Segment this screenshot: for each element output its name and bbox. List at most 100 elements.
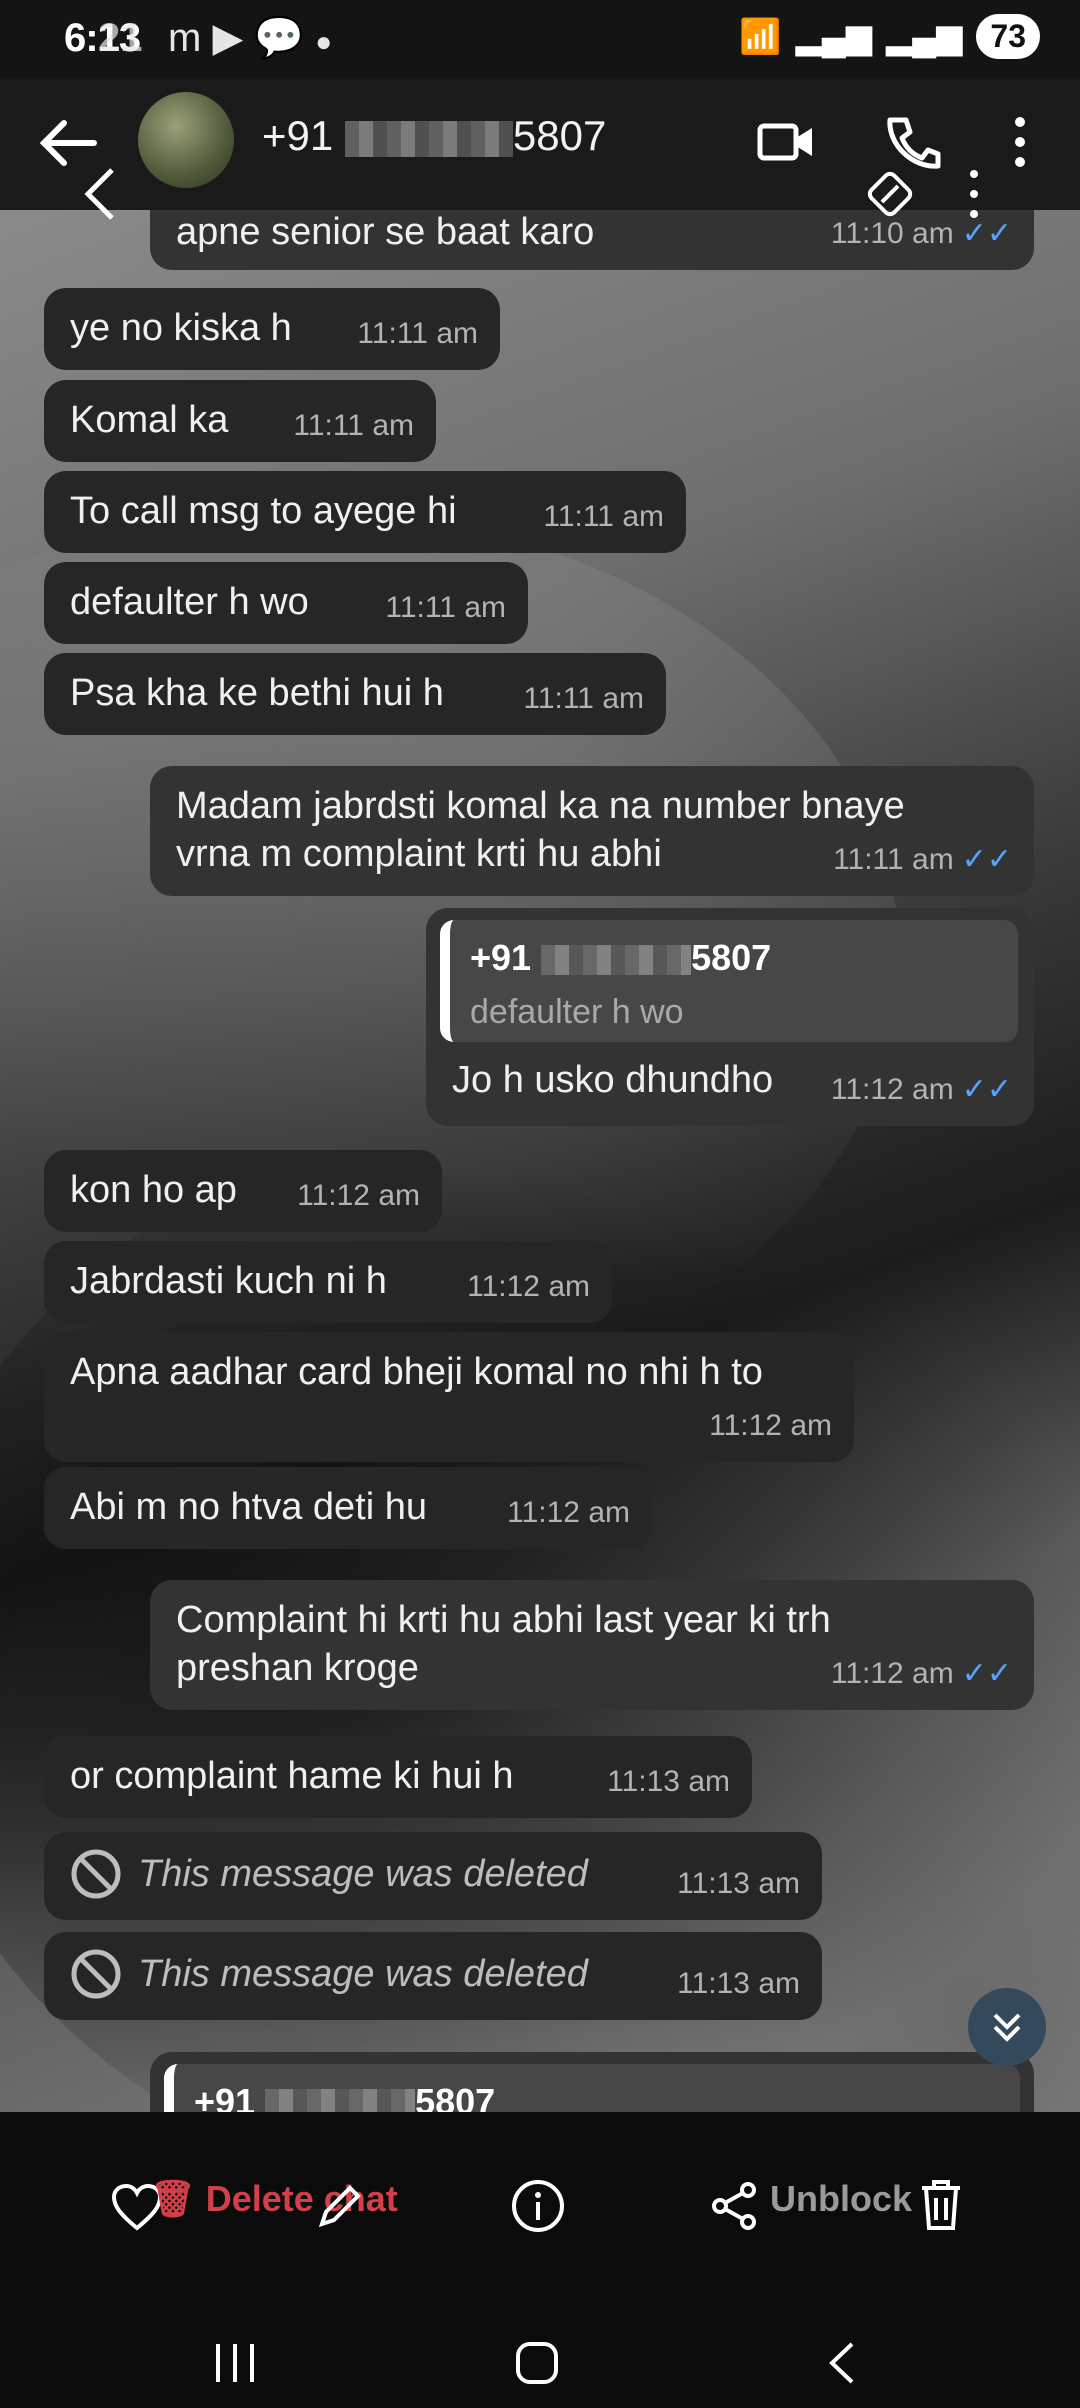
unblock-button[interactable]: Unblock: [770, 2178, 912, 2220]
message-text-line1: Complaint hi krti hu abhi last year ki t…: [176, 1599, 831, 1641]
message-bubble-deleted[interactable]: This message was deleted 11:13 am: [44, 1832, 822, 1920]
signal-icon: ▂▄▆: [795, 17, 873, 56]
contact-number[interactable]: +91 5807: [262, 112, 606, 160]
message-time: 11:12 am: [297, 1179, 420, 1212]
rotate-icon[interactable]: [862, 166, 918, 222]
message-text: Apna aadhar card bheji komal no nhi h to: [70, 1351, 763, 1393]
recent-apps-icon[interactable]: [212, 2342, 258, 2384]
battery-badge: 73: [976, 14, 1040, 59]
message-time: 11:12 am: [467, 1270, 590, 1303]
pencil-icon[interactable]: [314, 2180, 366, 2232]
delete-icon[interactable]: [916, 2176, 966, 2234]
status-right: 📶 ▂▄▆ ▂▄▆ 73: [739, 14, 1040, 59]
message-bubble-incoming[interactable]: or complaint hame ki hui h 11:13 am: [44, 1736, 752, 1818]
message-bubble-incoming[interactable]: Jabrdasti kuch ni h 11:12 am: [44, 1241, 612, 1323]
message-bubble-incoming[interactable]: Abi m no htva deti hu 11:12 am: [44, 1467, 652, 1549]
message-time: 11:12 am: [507, 1496, 630, 1529]
nav-back-icon[interactable]: [826, 2340, 856, 2386]
message-bubble-incoming[interactable]: ye no kiska h 11:11 am: [44, 288, 500, 370]
dot-icon: ●: [315, 26, 333, 57]
signal-icon-2: ▂▄▆: [886, 17, 963, 56]
message-time: 11:11 am: [293, 409, 414, 442]
contact-prefix: +91: [262, 112, 334, 159]
message-text: This message was deleted: [138, 1953, 588, 1995]
quoted-sender: +91 5807: [470, 934, 998, 982]
quoted-message[interactable]: +91 5807: [164, 2064, 1020, 2112]
read-ticks-icon: ✓✓: [961, 843, 1012, 876]
info-icon[interactable]: [510, 2178, 566, 2234]
chat-header: +91 5807: [0, 78, 1080, 210]
message-bubble-outgoing[interactable]: Madam jabrdsti komal ka na number bnaye …: [150, 766, 1034, 896]
double-chevron-down-icon: [993, 2013, 1021, 2042]
quoted-sender-prefix: +91: [194, 2081, 256, 2112]
message-bubble-deleted[interactable]: This message was deleted 11:13 am: [44, 1932, 822, 2020]
message-bubble-incoming[interactable]: Psa kha ke bethi hui h 11:11 am: [44, 653, 666, 735]
message-time: 11:12 am: [709, 1409, 832, 1442]
read-ticks-icon: ✓✓: [961, 1657, 1012, 1690]
message-time: 11:13 am: [607, 1765, 730, 1798]
message-text-line1: Madam jabrdsti komal ka na number bnaye: [176, 785, 905, 827]
quoted-text: defaulter h wo: [470, 993, 684, 1031]
message-text: Komal ka: [70, 399, 229, 441]
message-time: 11:11 am: [523, 682, 644, 715]
message-bubble-outgoing-reply[interactable]: +91 5807: [150, 2052, 1034, 2112]
gmail-icon: m: [168, 16, 202, 60]
delete-chat-label: Delete chat: [205, 2178, 398, 2219]
message-bubble-incoming[interactable]: Apna aadhar card bheji komal no nhi h to…: [44, 1332, 854, 1462]
time-label: 11:12 am: [830, 1073, 954, 1106]
message-text: Psa kha ke bethi hui h: [70, 672, 444, 714]
message-time: 11:10 am ✓✓: [831, 210, 1012, 258]
blocked-icon: [71, 1849, 121, 1899]
message-text: Abi m no htva deti hu: [70, 1486, 427, 1528]
quoted-sender-suffix: 5807: [691, 937, 772, 978]
redacted-number: [344, 120, 513, 157]
quoted-message[interactable]: +91 5807 defaulter h wo: [440, 920, 1018, 1042]
message-text: This message was deleted: [138, 1853, 588, 1895]
message-text: Jabrdasti kuch ni h: [70, 1260, 387, 1302]
read-ticks-icon: ✓✓: [961, 1073, 1012, 1106]
blocked-icon: [71, 1949, 121, 1999]
status-bar: 6:13 21 m ▶ 💬 ● 📶 ▂▄▆ ▂▄▆ 73: [0, 0, 1080, 78]
time-label: 11:12 am: [830, 1657, 954, 1690]
more-options-icon[interactable]: [1000, 112, 1040, 172]
overlay-time-fragment: 21: [98, 16, 143, 60]
message-text: ye no kiska h: [70, 307, 292, 349]
message-time: 11:11 am ✓✓: [833, 836, 1012, 884]
message-text: kon ho ap: [70, 1169, 237, 1211]
wifi-icon: 📶: [739, 17, 782, 56]
message-bubble-incoming[interactable]: kon ho ap 11:12 am: [44, 1150, 442, 1232]
overlay-more-icon[interactable]: [964, 166, 984, 222]
contact-suffix: 5807: [512, 112, 607, 159]
message-bubble-outgoing[interactable]: Complaint hi krti hu abhi last year ki t…: [150, 1580, 1034, 1710]
message-text: defaulter h wo: [70, 581, 309, 623]
system-navigation-bar: [0, 2312, 1080, 2408]
video-call-icon[interactable]: [756, 112, 816, 172]
scroll-down-button[interactable]: [968, 1988, 1046, 2066]
message-time: 11:11 am: [357, 317, 478, 350]
youtube-icon: ▶: [212, 16, 244, 60]
avatar[interactable]: [138, 92, 234, 188]
bottom-action-bar: 🗑 Delete chat Unblock: [0, 2112, 1080, 2312]
redacted-number: [541, 945, 692, 976]
message-time: 11:11 am: [385, 591, 506, 624]
message-time: 11:11 am: [543, 500, 664, 533]
redacted-number: [265, 2089, 416, 2112]
overlay-back-icon[interactable]: [82, 166, 118, 222]
message-bubble-incoming[interactable]: To call msg to ayege hi 11:11 am: [44, 471, 686, 553]
message-time: 11:13 am: [677, 1867, 800, 1900]
notification-icons: 21 m ▶ 💬 ●: [98, 14, 333, 61]
message-bubble-incoming[interactable]: defaulter h wo 11:11 am: [44, 562, 528, 644]
quoted-sender-suffix: 5807: [415, 2081, 496, 2112]
chat-area[interactable]: apne senior se baat karo 11:10 am ✓✓ ye n…: [0, 210, 1080, 2112]
message-time: 11:13 am: [677, 1967, 800, 2000]
voice-call-icon[interactable]: [882, 112, 942, 172]
home-icon[interactable]: [514, 2340, 560, 2386]
chat-bubble-icon: 💬: [254, 16, 305, 60]
time-label: 11:11 am: [833, 843, 954, 876]
message-text: or complaint hame ki hui h: [70, 1755, 514, 1797]
message-bubble-outgoing-reply[interactable]: +91 5807 defaulter h wo Jo h usko dhundh…: [426, 908, 1034, 1126]
share-icon[interactable]: [706, 2178, 762, 2234]
message-time: 11:12 am ✓✓: [831, 1066, 1012, 1114]
quoted-sender-prefix: +91: [470, 937, 532, 978]
message-bubble-incoming[interactable]: Komal ka 11:11 am: [44, 380, 436, 462]
